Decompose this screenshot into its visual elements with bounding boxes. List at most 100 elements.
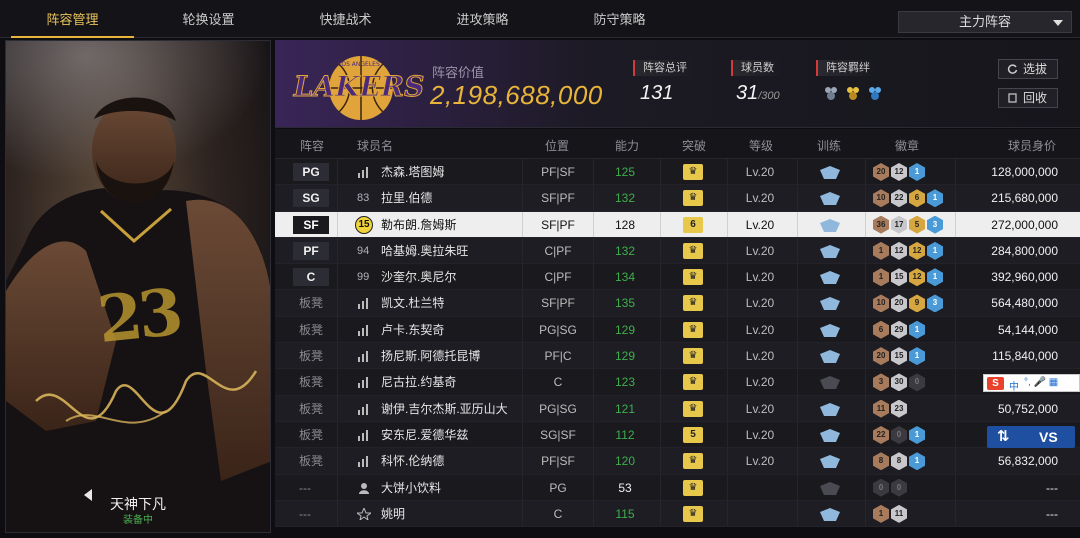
player-name[interactable]: 谢伊.吉尔杰斯.亚历山大 bbox=[381, 396, 508, 422]
training-icon[interactable] bbox=[820, 297, 840, 311]
tab-lineup-management[interactable]: 阵容管理 bbox=[5, 0, 140, 38]
lineup-dropdown[interactable]: 主力阵容 bbox=[898, 11, 1072, 33]
player-name[interactable]: 姚明 bbox=[381, 501, 405, 527]
training-icon[interactable] bbox=[820, 428, 840, 442]
badge-icon[interactable]: 17 bbox=[891, 215, 907, 234]
bond-gold-icon[interactable] bbox=[844, 84, 862, 102]
training-icon[interactable] bbox=[820, 350, 840, 364]
badge-icon[interactable]: 10 bbox=[873, 294, 889, 313]
breakthrough-crown-icon[interactable]: ♛ bbox=[683, 400, 703, 417]
col-player-name[interactable]: 球员名 bbox=[357, 137, 393, 154]
badge-icon[interactable]: 0 bbox=[909, 373, 925, 392]
compare-widget[interactable]: ⇅ VS bbox=[987, 426, 1075, 448]
badge-icon[interactable]: 20 bbox=[891, 294, 907, 313]
col-level[interactable]: 等级 bbox=[749, 137, 773, 154]
training-icon[interactable] bbox=[820, 507, 840, 521]
badge-icon[interactable]: 12 bbox=[909, 241, 925, 260]
badge-icon[interactable]: 11 bbox=[891, 504, 907, 523]
slot-badge[interactable]: C bbox=[293, 268, 329, 287]
tab-offense-strategy[interactable]: 进攻策略 bbox=[415, 0, 550, 38]
badge-icon[interactable]: 1 bbox=[873, 268, 889, 287]
badge-icon[interactable]: 0 bbox=[891, 425, 907, 444]
tab-quick-tactics[interactable]: 快捷战术 bbox=[278, 0, 413, 38]
table-row[interactable]: 板凳 凯文.杜兰特 SF|PF 135 ♛ Lv.20 10 20 9 3 564,480,000 bbox=[275, 290, 1080, 317]
badge-icon[interactable]: 1 bbox=[873, 504, 889, 523]
player-name[interactable]: 安东尼.爱德华兹 bbox=[381, 422, 468, 448]
badge-icon[interactable]: 15 bbox=[891, 268, 907, 287]
breakthrough-crown-icon[interactable]: ♛ bbox=[683, 269, 703, 286]
ime-language-toggle[interactable]: 中 bbox=[1009, 378, 1019, 393]
breakthrough-crown-icon[interactable]: ♛ bbox=[683, 190, 703, 207]
badge-icon[interactable]: 3 bbox=[927, 294, 943, 313]
slot-badge[interactable]: PF bbox=[293, 241, 329, 260]
recycle-button[interactable]: 回收 bbox=[998, 88, 1058, 108]
ime-tools-icon[interactable]: °, 🎤 ▦ bbox=[1024, 377, 1058, 388]
tab-rotation-settings[interactable]: 轮换设置 bbox=[141, 0, 276, 38]
badge-icon[interactable]: 29 bbox=[891, 320, 907, 339]
player-name[interactable]: 卢卡.东契奇 bbox=[381, 317, 444, 343]
badge-icon[interactable]: 20 bbox=[873, 347, 889, 366]
breakthrough-crown-icon[interactable]: 6 bbox=[683, 216, 703, 233]
col-slot[interactable]: 阵容 bbox=[300, 137, 324, 154]
breakthrough-crown-icon[interactable]: ♛ bbox=[683, 321, 703, 338]
badge-icon[interactable]: 6 bbox=[909, 189, 925, 208]
table-row[interactable]: 板凳 科怀.伦纳德 PF|SF 120 ♛ Lv.20 8 8 1 56,832,000 bbox=[275, 448, 1080, 475]
badge-icon[interactable]: 5 bbox=[909, 215, 925, 234]
table-row[interactable]: 板凳 谢伊.吉尔杰斯.亚历山大 PG|SG 121 ♛ Lv.20 11 23 50,752,0… bbox=[275, 395, 1080, 422]
table-row[interactable]: 板凳 扬尼斯.阿德托昆博 PF|C 129 ♛ Lv.20 20 15 1 115,840,000 bbox=[275, 343, 1080, 370]
table-row[interactable]: 板凳 安东尼.爱德华兹 SG|SF 112 5 Lv.20 22 0 1 bbox=[275, 421, 1080, 449]
table-row[interactable]: 板凳 尼古拉.约基奇 C 123 ♛ Lv.20 3 30 0 bbox=[275, 369, 1080, 396]
slot-badge[interactable]: PG bbox=[293, 163, 329, 181]
player-name[interactable]: 杰森.塔图姆 bbox=[381, 159, 444, 185]
table-row[interactable]: --- 大饼小饮料 PG 53 ♛ 0 0 --- bbox=[275, 474, 1080, 501]
col-training[interactable]: 训练 bbox=[817, 137, 841, 154]
bond-blue-icon[interactable] bbox=[866, 84, 884, 102]
table-row[interactable]: SF 15 勒布朗.詹姆斯 SF|PF 128 6 Lv.20 36 17 5 3 272,000,0… bbox=[275, 211, 1080, 238]
badge-icon[interactable]: 1 bbox=[909, 425, 925, 444]
badge-icon[interactable]: 15 bbox=[891, 347, 907, 366]
player-name[interactable]: 拉里.伯德 bbox=[381, 185, 432, 211]
player-name[interactable]: 勒布朗.詹姆斯 bbox=[381, 212, 456, 238]
badge-icon[interactable]: 8 bbox=[891, 452, 907, 471]
badge-icon[interactable]: 6 bbox=[873, 320, 889, 339]
breakthrough-crown-icon[interactable]: ♛ bbox=[683, 374, 703, 391]
badge-icon[interactable]: 30 bbox=[891, 373, 907, 392]
training-icon[interactable] bbox=[820, 166, 840, 179]
col-rating[interactable]: 能力 bbox=[615, 137, 639, 154]
breakthrough-crown-icon[interactable]: ♛ bbox=[683, 453, 703, 470]
badge-icon[interactable]: 12 bbox=[891, 163, 907, 181]
badge-icon[interactable]: 3 bbox=[927, 215, 943, 234]
table-row[interactable]: PF 94 哈基姆.奥拉朱旺 C|PF 132 ♛ Lv.20 1 12 12 1 284,800,0… bbox=[275, 237, 1080, 265]
breakthrough-crown-icon[interactable]: ♛ bbox=[683, 479, 703, 496]
slot-badge[interactable]: SF bbox=[293, 215, 329, 234]
player-name[interactable]: 凯文.杜兰特 bbox=[381, 290, 444, 316]
player-name[interactable]: 大饼小饮料 bbox=[381, 475, 441, 501]
badge-icon[interactable]: 11 bbox=[873, 399, 889, 418]
player-name[interactable]: 科怀.伦纳德 bbox=[381, 448, 444, 474]
badge-icon[interactable]: 0 bbox=[873, 478, 889, 497]
badge-icon[interactable]: 1 bbox=[873, 241, 889, 260]
table-row[interactable]: SG 83 拉里.伯德 SF|PF 132 ♛ Lv.20 10 22 6 1 215,680,000 bbox=[275, 185, 1080, 212]
badge-icon[interactable]: 12 bbox=[891, 241, 907, 260]
col-breakthrough[interactable]: 突破 bbox=[682, 137, 706, 154]
player-name[interactable]: 尼古拉.约基奇 bbox=[381, 369, 456, 395]
badge-icon[interactable]: 1 bbox=[909, 452, 925, 471]
badge-icon[interactable]: 9 bbox=[909, 294, 925, 313]
badge-icon[interactable]: 36 bbox=[873, 215, 889, 234]
badge-icon[interactable]: 20 bbox=[873, 163, 889, 181]
table-row[interactable]: PG 杰森.塔图姆 PF|SF 125 ♛ Lv.20 20 12 1 128,000,000 bbox=[275, 159, 1080, 186]
badge-icon[interactable]: 12 bbox=[909, 268, 925, 287]
breakthrough-crown-icon[interactable]: ♛ bbox=[683, 295, 703, 312]
training-icon[interactable] bbox=[820, 323, 840, 337]
badge-icon[interactable]: 8 bbox=[873, 452, 889, 471]
badge-icon[interactable]: 3 bbox=[873, 373, 889, 392]
badge-icon[interactable]: 1 bbox=[927, 189, 943, 208]
breakthrough-crown-icon[interactable]: 5 bbox=[683, 426, 703, 443]
badge-icon[interactable]: 1 bbox=[909, 163, 925, 181]
breakthrough-crown-icon[interactable]: ♛ bbox=[683, 164, 703, 180]
tab-defense-strategy[interactable]: 防守策略 bbox=[552, 0, 687, 38]
table-row[interactable]: C 99 沙奎尔.奥尼尔 C|PF 134 ♛ Lv.20 1 15 12 1 392,960,000 bbox=[275, 264, 1080, 291]
training-icon[interactable] bbox=[820, 481, 840, 495]
bond-grey-icon[interactable] bbox=[822, 84, 840, 102]
table-row[interactable]: --- 姚明 C 115 ♛ 1 11 --- bbox=[275, 500, 1080, 528]
